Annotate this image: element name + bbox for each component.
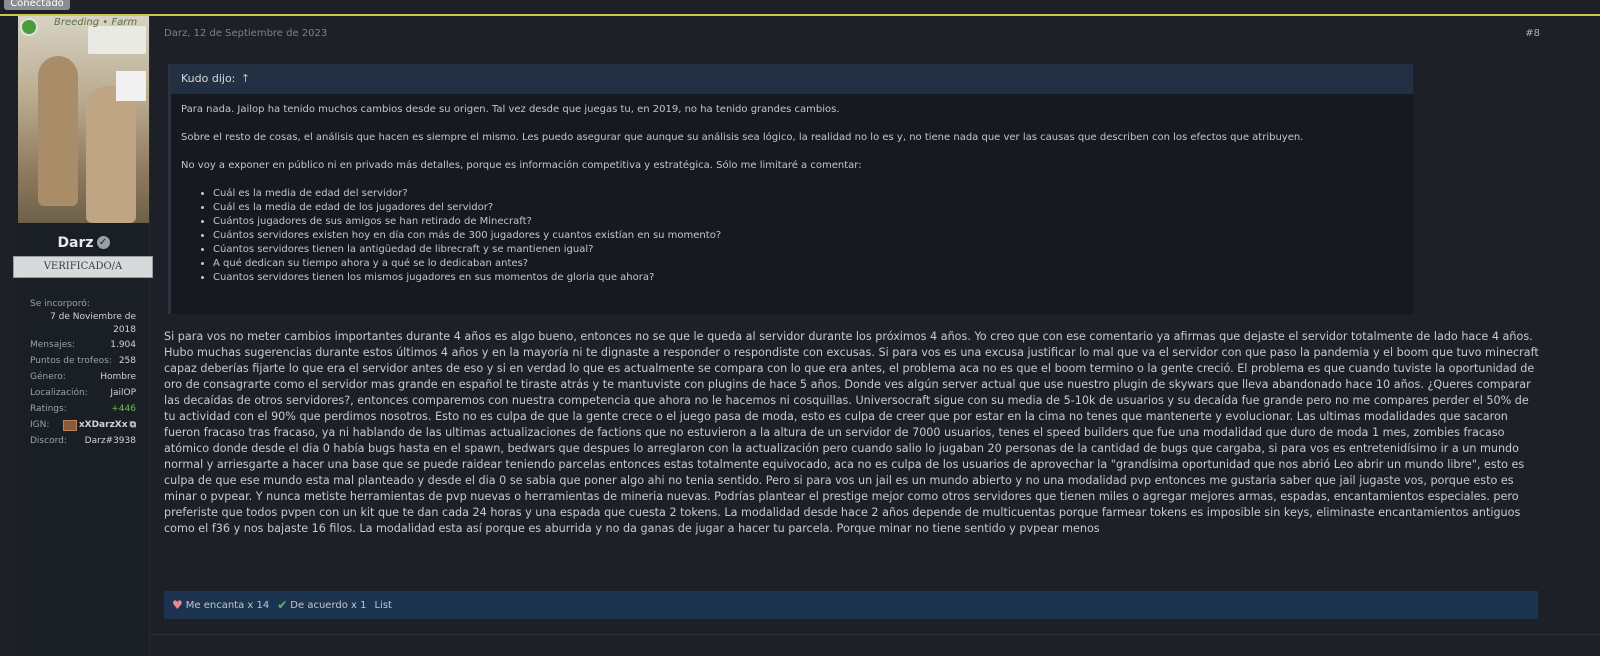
location-value: JailOP [110, 388, 136, 398]
online-status-icon [20, 18, 38, 36]
quote-paragraph: No voy a exponer en público ni en privad… [181, 160, 862, 171]
trophy-label: Puntos de trofeos: [30, 356, 112, 366]
user-stats: Se incorporó: 7 de Noviembre de 2018 Men… [30, 298, 136, 449]
gender-label: Género: [30, 372, 66, 382]
joined-label: Se incorporó: [30, 299, 90, 309]
ratings-value: +446 [111, 404, 136, 414]
stat-row-discord: Discord: Darz#3938 [30, 433, 136, 449]
quote-paragraph: Para nada. Jailop ha tenido muchos cambi… [181, 104, 840, 115]
reactions-bar: ♥ Me encanta x 14 ✔ De acuerdo x 1 List [164, 591, 1538, 619]
stat-row-messages: Mensajes: 1.904 [30, 337, 136, 353]
location-label: Localización: [30, 388, 88, 398]
discord-label: Discord: [30, 436, 67, 446]
connection-status: Conectado [4, 0, 70, 10]
heart-icon: ♥ [172, 598, 183, 612]
agree-reaction-link[interactable]: De acuerdo x 1 [290, 600, 366, 611]
message-number[interactable]: #8 [1525, 28, 1540, 39]
reaction-list-link[interactable]: List [374, 600, 391, 611]
post-body-text: Si para vos no meter cambios importantes… [164, 330, 1539, 535]
user-title-badge: VERIFICADO/A [13, 256, 153, 278]
verified-icon: ✓ [96, 236, 110, 249]
quote-header: Kudo dijo: ↑ [171, 64, 1413, 94]
user-panel: Breeding • Farm Darz ✓ VERIFICADO/A Se in… [13, 16, 153, 656]
quote-list-item: A qué dedican su tiempo ahora y a qué se… [213, 257, 1413, 271]
stat-row-ign: IGN: xXDarzXx ⧉ [30, 417, 136, 433]
quote-list-item: Cúantos servidores tienen la antigüedad … [213, 243, 1413, 257]
avatar-brand-text: Breeding • Farm [54, 17, 138, 28]
quote-list: Cuál es la media de edad del servidor? C… [181, 187, 1413, 285]
stat-row-ratings: Ratings: +446 [30, 401, 136, 417]
quote-list-item: Cuántos servidores existen hoy en día co… [213, 229, 1413, 243]
quote-list-item: Cuál es la media de edad del servidor? [213, 187, 1413, 201]
username[interactable]: Darz [57, 235, 93, 251]
quote-paragraph: Sobre el resto de cosas, el análisis que… [181, 132, 1304, 143]
trophy-value[interactable]: 258 [119, 353, 136, 369]
top-accent-line [0, 14, 1600, 16]
quote-author: Kudo dijo: [181, 72, 236, 85]
quote-list-item: Cuál es la media de edad de los jugadore… [213, 201, 1413, 215]
divider [150, 634, 1600, 635]
ign-label: IGN: [30, 420, 50, 430]
quote-list-item: Cuantos servidores tienen los mismos jug… [213, 271, 1413, 285]
username-row: Darz ✓ [18, 232, 149, 251]
ign-value[interactable]: xXDarzXx [79, 417, 128, 433]
stat-row-trophies: Puntos de trofeos: 258 [30, 353, 136, 369]
messages-value[interactable]: 1.904 [110, 337, 136, 353]
avatar[interactable]: Breeding • Farm [18, 16, 149, 223]
love-reaction-link[interactable]: Me encanta x 14 [186, 600, 269, 611]
ign-value-wrap[interactable]: xXDarzXx ⧉ [62, 417, 136, 433]
messages-label: Mensajes: [30, 340, 75, 350]
external-link-icon[interactable]: ⧉ [130, 417, 136, 433]
quote-list-item: Cuántos jugadores de sus amigos se han r… [213, 215, 1413, 229]
jump-to-quote-icon[interactable]: ↑ [241, 72, 250, 85]
stat-row-gender: Género: Hombre [30, 369, 136, 385]
quote-block: Kudo dijo: ↑ Para nada. Jailop ha tenido… [168, 64, 1413, 314]
minecraft-head-icon [62, 419, 77, 431]
discord-value: Darz#3938 [84, 436, 136, 446]
message-date[interactable]: Darz, 12 de Septiembre de 2023 [164, 28, 327, 39]
joined-value: 7 de Noviembre de 2018 [50, 312, 136, 335]
stat-row-location: Localización: JailOP [30, 385, 136, 401]
ratings-label: Ratings: [30, 404, 67, 414]
check-icon: ✔ [277, 598, 288, 612]
gender-value: Hombre [100, 372, 136, 382]
quote-body: Para nada. Jailop ha tenido muchos cambi… [171, 94, 1413, 285]
